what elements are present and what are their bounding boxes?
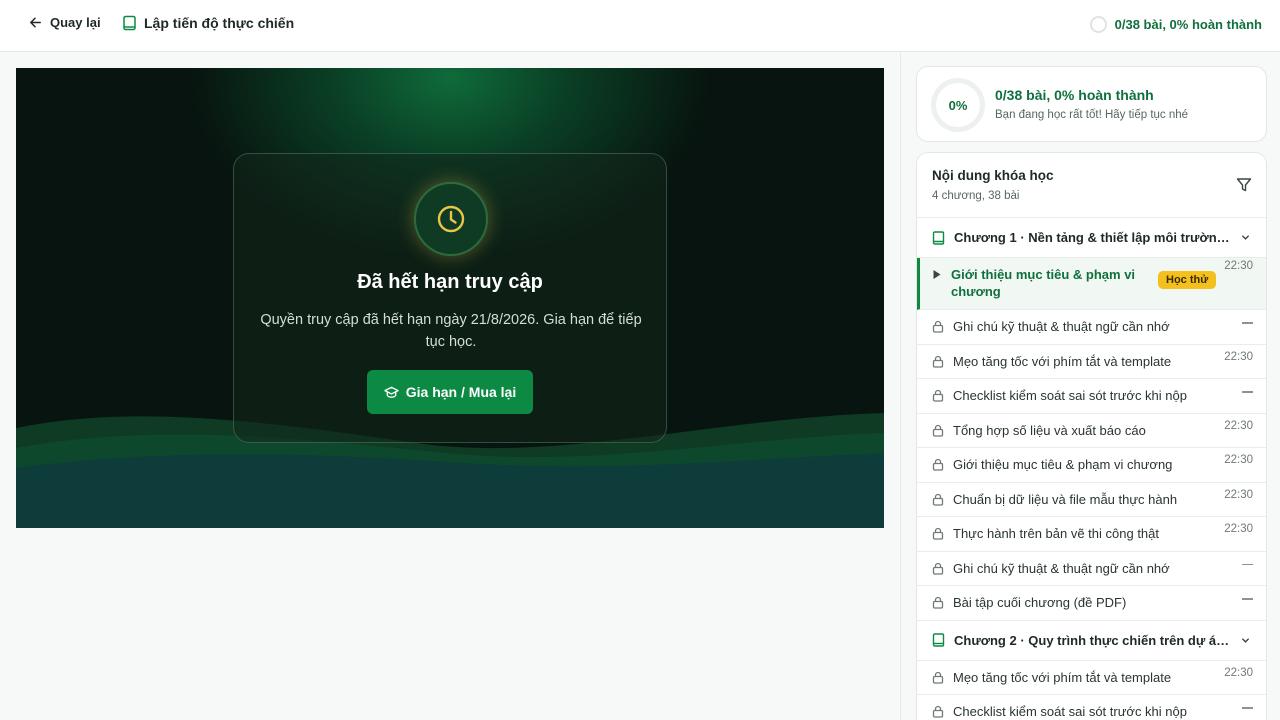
book-icon	[122, 15, 137, 31]
trial-badge: Học thử	[1158, 271, 1217, 289]
chevron-down-icon	[1240, 232, 1251, 243]
back-button[interactable]: Quay lại	[28, 15, 101, 30]
no-duration-dash	[1242, 598, 1253, 600]
chapter-header[interactable]: Chương 2 · Quy trình thực chiến trên dự …	[917, 621, 1266, 661]
lesson-duration: 22:30	[1224, 419, 1253, 432]
lesson-duration: 22:30	[1224, 488, 1253, 501]
lesson-item[interactable]: Mẹo tăng tốc với phím tắt và template 22…	[917, 345, 1266, 379]
expired-card: Đã hết hạn truy cập Quyền truy cập đã hế…	[233, 153, 667, 443]
no-duration-dash	[1242, 563, 1253, 565]
lock-icon	[932, 458, 944, 471]
course-content: Nội dung khóa học 4 chương, 38 bài Chươn…	[916, 152, 1267, 720]
lesson-title: Tổng hợp số liệu và xuất báo cáo	[953, 422, 1146, 438]
video-player: Đã hết hạn truy cập Quyền truy cập đã hế…	[16, 68, 884, 528]
chapter-title: Chương 1 · Nền tảng & thiết lập môi trườ…	[954, 230, 1230, 245]
lesson-item[interactable]: Ghi chú kỹ thuật & thuật ngữ cần nhớ	[917, 310, 1266, 345]
lesson-item[interactable]: Ghi chú kỹ thuật & thuật ngữ cần nhớ	[917, 552, 1266, 586]
progress-subtitle: Bạn đang học rất tốt! Hãy tiếp tục nhé	[995, 109, 1189, 121]
book-icon	[932, 230, 945, 245]
course-title-label: Lập tiến độ thực chiến	[144, 15, 295, 31]
clock-icon	[414, 182, 488, 256]
lesson-item[interactable]: Thực hành trên bản vẽ thi công thật 22:3…	[917, 517, 1266, 552]
lesson-title: Bài tập cuối chương (đề PDF)	[953, 595, 1127, 611]
lesson-duration: 22:30	[1224, 454, 1253, 466]
lesson-item[interactable]: Mẹo tăng tốc với phím tắt và template 22…	[917, 661, 1266, 695]
lesson-item[interactable]: Giới thiệu mục tiêu & phạm vi chương 22:…	[917, 448, 1266, 483]
lock-icon	[932, 389, 944, 402]
lock-icon	[932, 562, 944, 575]
course-sidebar: 0% 0/38 bài, 0% hoàn thành Bạn đang học …	[900, 52, 1280, 720]
lesson-duration: 22:30	[1224, 523, 1253, 535]
lesson-title: Thực hành trên bản vẽ thi công thật	[953, 526, 1160, 542]
renew-button[interactable]: Gia hạn / Mua lại	[367, 370, 533, 414]
lesson-duration: 22:30	[1224, 260, 1253, 272]
content-header: Nội dung khóa học 4 chương, 38 bài	[917, 153, 1266, 218]
filter-icon[interactable]	[1236, 177, 1252, 193]
lesson-title: Giới thiệu mục tiêu & phạm vi chương	[951, 267, 1136, 299]
lesson-item[interactable]: Checklist kiểm soát sai sót trước khi nộ…	[917, 379, 1266, 414]
lesson-title: Ghi chú kỹ thuật & thuật ngữ cần nhớ	[953, 319, 1170, 335]
no-duration-dash	[1242, 322, 1253, 324]
progress-card: 0% 0/38 bài, 0% hoàn thành Bạn đang học …	[916, 66, 1267, 142]
lock-icon	[932, 493, 944, 506]
lesson-item-active[interactable]: Giới thiệu mục tiêu & phạm vi chương Học…	[917, 258, 1266, 310]
lesson-item[interactable]: Tổng hợp số liệu và xuất báo cáo 22:30	[917, 414, 1266, 448]
lesson-duration: 22:30	[1224, 666, 1253, 679]
no-duration-dash	[1242, 391, 1253, 393]
lesson-duration: 22:30	[1224, 350, 1253, 363]
lesson-title: Checklist kiểm soát sai sót trước khi nộ…	[953, 388, 1187, 404]
back-label: Quay lại	[50, 15, 101, 30]
top-header: Quay lại Lập tiến độ thực chiến 0/38 bài…	[0, 0, 1280, 52]
chevron-down-icon	[1240, 635, 1251, 646]
lock-icon	[932, 355, 944, 368]
lesson-item[interactable]: Chuẩn bị dữ liệu và file mẫu thực hành 2…	[917, 483, 1266, 517]
lesson-title: Giới thiệu mục tiêu & phạm vi chương	[953, 457, 1173, 473]
header-progress-text: 0/38 bài, 0% hoàn thành	[1114, 17, 1262, 32]
lesson-item[interactable]: Checklist kiểm soát sai sót trước khi nộ…	[917, 695, 1266, 720]
lock-icon	[932, 527, 944, 540]
progress-ring-icon	[1089, 16, 1107, 33]
arrow-left-icon	[28, 15, 43, 30]
progress-ring: 0%	[931, 78, 985, 132]
lock-icon	[932, 424, 944, 437]
course-title: Lập tiến độ thực chiến	[122, 15, 294, 31]
lesson-title: Checklist kiểm soát sai sót trước khi nộ…	[953, 704, 1187, 720]
expired-title: Đã hết hạn truy cập	[357, 271, 543, 293]
renew-button-label: Gia hạn / Mua lại	[405, 384, 517, 400]
lesson-title: Chuẩn bị dữ liệu và file mẫu thực hành	[953, 491, 1178, 507]
lock-icon	[932, 671, 944, 684]
graduation-cap-icon	[384, 386, 399, 399]
content-title: Nội dung khóa học	[932, 168, 1054, 183]
lock-icon	[932, 320, 944, 333]
progress-title: 0/38 bài, 0% hoàn thành	[995, 87, 1154, 103]
lock-icon	[932, 596, 944, 609]
lesson-title: Mẹo tăng tốc với phím tắt và template	[953, 669, 1172, 685]
play-icon	[932, 269, 942, 280]
lesson-title: Ghi chú kỹ thuật & thuật ngữ cần nhớ	[953, 560, 1170, 576]
expired-description: Quyền truy cập đã hết hạn ngày 21/8/2026…	[260, 312, 642, 350]
chapter-header[interactable]: Chương 1 · Nền tảng & thiết lập môi trườ…	[917, 218, 1266, 258]
no-duration-dash	[1242, 707, 1253, 709]
chapter-title: Chương 2 · Quy trình thực chiến trên dự …	[954, 632, 1230, 648]
lesson-title: Mẹo tăng tốc với phím tắt và template	[953, 353, 1172, 369]
book-icon	[932, 633, 945, 647]
lesson-item[interactable]: Bài tập cuối chương (đề PDF)	[917, 586, 1266, 621]
header-progress: 0/38 bài, 0% hoàn thành	[1089, 16, 1262, 33]
lock-icon	[932, 705, 944, 718]
content-subtitle: 4 chương, 38 bài	[932, 190, 1020, 202]
